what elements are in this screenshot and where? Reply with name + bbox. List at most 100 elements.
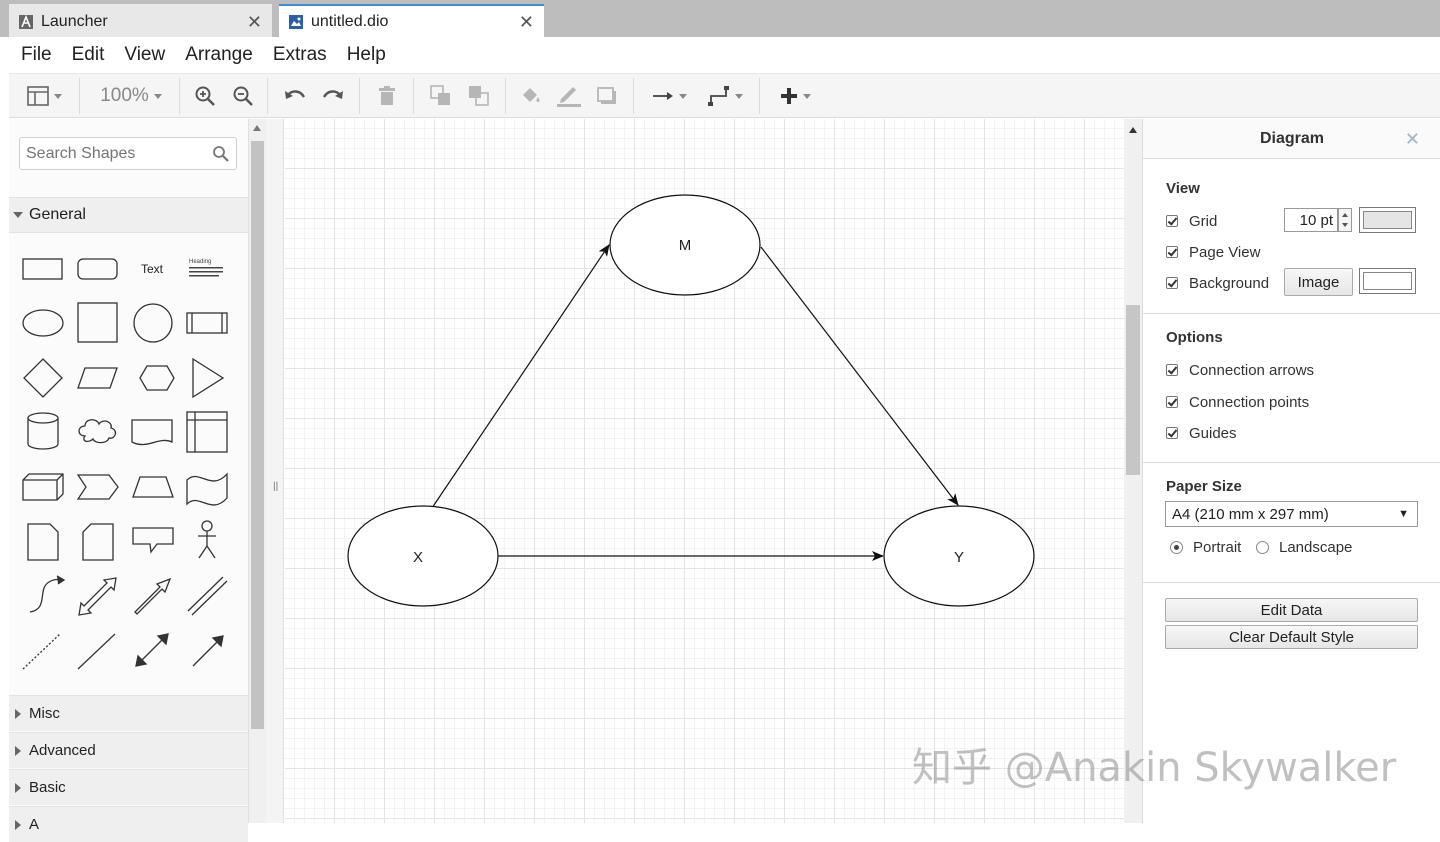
line-color-button[interactable]: [555, 82, 583, 110]
menu-help[interactable]: Help: [347, 44, 386, 66]
scrollbar-thumb[interactable]: [251, 141, 264, 729]
node-m[interactable]: M: [609, 194, 761, 296]
page-view-checkbox[interactable]: [1166, 246, 1178, 258]
shape-bidirectional-arrow[interactable]: [78, 577, 117, 616]
connection-arrows-option[interactable]: Connection arrows: [1166, 359, 1314, 381]
node-y[interactable]: Y: [883, 505, 1035, 607]
shape-triangle[interactable]: [192, 357, 225, 399]
shape-directional-connector[interactable]: [192, 635, 224, 667]
grid-checkbox[interactable]: [1166, 215, 1178, 227]
menu-arrange[interactable]: Arrange: [185, 44, 253, 66]
shape-curve-arrow[interactable]: [29, 575, 66, 613]
shape-tape[interactable]: [186, 472, 228, 506]
connection-points-checkbox[interactable]: [1166, 396, 1178, 408]
shape-link[interactable]: [187, 576, 228, 616]
shape-trapezoid[interactable]: [132, 476, 174, 498]
shape-text[interactable]: Text: [141, 262, 164, 276]
background-checkbox[interactable]: [1166, 277, 1178, 289]
shape-rounded-rectangle[interactable]: [77, 258, 118, 280]
background-color-swatch[interactable]: [1359, 268, 1416, 294]
menu-view[interactable]: View: [124, 44, 165, 66]
shape-arrow[interactable]: [134, 577, 172, 615]
shape-bidirectional-connector[interactable]: [135, 633, 169, 667]
scrollbar-thumb[interactable]: [1126, 305, 1140, 475]
category-general[interactable]: General: [9, 197, 248, 233]
canvas-scrollbar[interactable]: [1124, 119, 1142, 823]
paper-size-select[interactable]: A4 (210 mm x 297 mm) ▼: [1165, 501, 1418, 527]
shape-callout[interactable]: [132, 527, 174, 554]
shape-rectangle[interactable]: [22, 258, 63, 280]
shape-card[interactable]: [82, 523, 114, 561]
scroll-up-icon[interactable]: [253, 125, 261, 131]
zoom-in-button[interactable]: [191, 82, 219, 110]
menu-extras[interactable]: Extras: [273, 44, 327, 66]
landscape-radio[interactable]: [1256, 540, 1269, 554]
grid-option[interactable]: Grid: [1166, 210, 1217, 232]
waypoints-dropdown[interactable]: [703, 82, 747, 110]
shape-internal-storage[interactable]: [186, 411, 228, 453]
shape-ellipse[interactable]: [22, 309, 64, 337]
shape-note[interactable]: [27, 523, 59, 561]
close-icon[interactable]: ✕: [1405, 129, 1420, 150]
grid-color-swatch[interactable]: [1359, 207, 1416, 233]
category-basic[interactable]: Basic: [9, 769, 248, 805]
tab-launcher[interactable]: Launcher ✕: [9, 4, 272, 37]
shape-diamond[interactable]: [23, 358, 63, 398]
insert-dropdown[interactable]: [773, 82, 817, 110]
undo-button[interactable]: [281, 82, 309, 110]
portrait-radio[interactable]: [1170, 540, 1183, 554]
fill-color-button[interactable]: [517, 82, 545, 110]
edge-m-to-y[interactable]: [760, 246, 959, 506]
connection-arrows-checkbox[interactable]: [1166, 364, 1178, 376]
format-panel-button[interactable]: [21, 82, 67, 110]
guides-checkbox[interactable]: [1166, 427, 1178, 439]
zoom-out-button[interactable]: [229, 82, 257, 110]
menu-file[interactable]: File: [21, 44, 52, 66]
scroll-up-icon[interactable]: [1129, 127, 1137, 133]
menu-edit[interactable]: Edit: [72, 44, 105, 66]
background-image-button[interactable]: Image: [1284, 268, 1353, 296]
clear-default-style-button[interactable]: Clear Default Style: [1165, 625, 1418, 649]
grid-size-stepper[interactable]: [1338, 208, 1352, 232]
search-icon[interactable]: [212, 145, 230, 163]
category-advanced[interactable]: Advanced: [9, 732, 248, 768]
to-back-button[interactable]: [465, 82, 493, 110]
grid-size-input[interactable]: 10 pt: [1284, 208, 1338, 232]
connection-style-dropdown[interactable]: [647, 82, 691, 110]
portrait-option[interactable]: Portrait: [1170, 536, 1241, 558]
zoom-dropdown[interactable]: 100%: [91, 82, 171, 110]
node-x[interactable]: X: [347, 505, 499, 607]
category-a[interactable]: A: [9, 806, 248, 842]
shape-dashed-line[interactable]: [22, 633, 61, 670]
edge-x-to-m[interactable]: [431, 244, 610, 509]
edit-data-button[interactable]: Edit Data: [1165, 598, 1418, 622]
close-icon[interactable]: ✕: [247, 12, 262, 33]
redo-button[interactable]: [319, 82, 347, 110]
shape-parallelogram[interactable]: [77, 367, 118, 389]
page-view-option[interactable]: Page View: [1166, 241, 1260, 263]
shape-step[interactable]: [76, 474, 119, 500]
shape-cloud[interactable]: [78, 419, 117, 444]
shapes-scrollbar[interactable]: [249, 119, 266, 823]
shadow-button[interactable]: [593, 82, 621, 110]
diagram-canvas[interactable]: M X Y: [285, 119, 1124, 823]
landscape-option[interactable]: Landscape: [1256, 536, 1352, 558]
shape-process[interactable]: [186, 312, 228, 334]
shape-actor[interactable]: [198, 520, 216, 559]
panel-splitter[interactable]: ||: [266, 119, 284, 823]
connection-points-option[interactable]: Connection points: [1166, 391, 1309, 413]
search-input[interactable]: [26, 143, 206, 165]
shape-document[interactable]: [131, 419, 173, 446]
shape-heading-text[interactable]: Heading: [189, 259, 223, 277]
shape-line[interactable]: [77, 633, 116, 670]
shape-hexagon[interactable]: [139, 365, 175, 391]
background-option[interactable]: Background: [1166, 272, 1269, 294]
category-misc[interactable]: Misc: [9, 695, 248, 731]
delete-button[interactable]: [373, 82, 401, 110]
shape-cylinder[interactable]: [27, 412, 59, 450]
to-front-button[interactable]: [427, 82, 455, 110]
shape-circle[interactable]: [133, 303, 173, 343]
close-icon[interactable]: ✕: [519, 12, 534, 33]
shape-cube[interactable]: [22, 473, 64, 501]
tab-untitled-dio[interactable]: untitled.dio ✕: [279, 4, 544, 37]
